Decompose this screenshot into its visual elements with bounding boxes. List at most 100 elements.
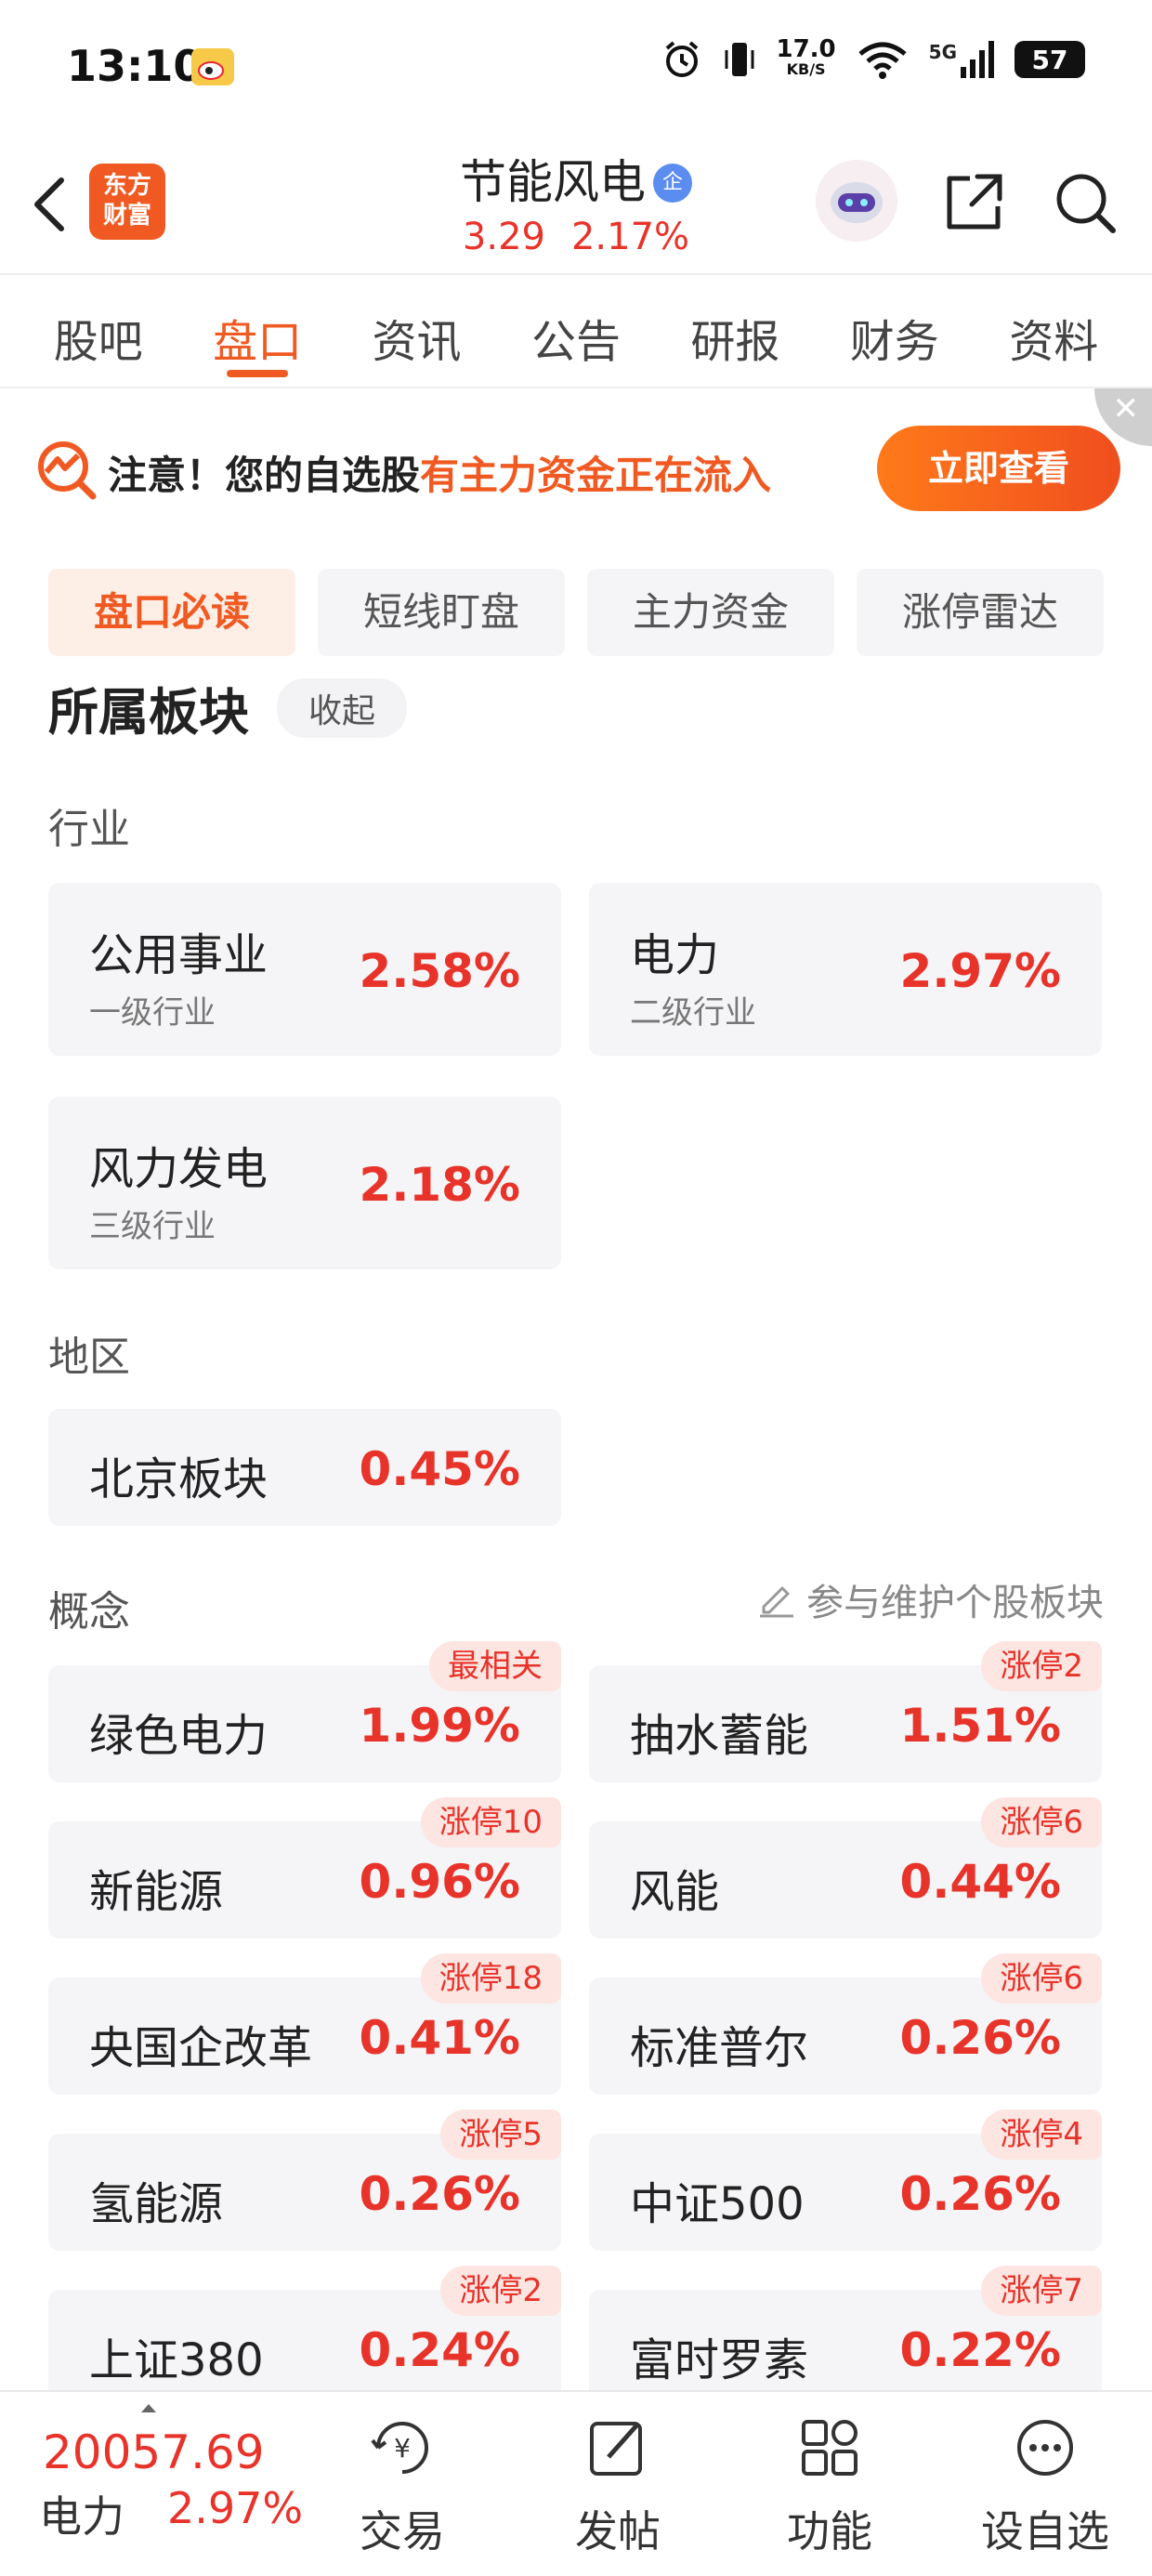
sector-section-header: 所属板块 收起 (48, 671, 408, 744)
sector-name: 北京板块 (89, 1453, 268, 1505)
sector-name: 电力 (630, 929, 720, 981)
sector-index-change[interactable]: 2.97% (167, 2483, 303, 2533)
sector-name: 风能 (630, 1866, 720, 1918)
status-time: 13:10 (67, 41, 203, 91)
section-title: 所属板块 (48, 683, 249, 742)
sector-name: 新能源 (89, 1866, 224, 1918)
sector-change: 0.44% (899, 1855, 1061, 1909)
sector-change: 1.99% (359, 1699, 520, 1753)
alert-message: 注意！您的自选股有主力资金正在流入 (108, 444, 771, 501)
subtab-short-term[interactable]: 短线盯盘 (318, 569, 565, 656)
concept-tag: 涨停7 (981, 2266, 1102, 2316)
functions-button[interactable]: 功能 (751, 2411, 909, 2559)
sector-change: 0.26% (899, 2167, 1061, 2221)
sector-change: 0.22% (899, 2323, 1061, 2377)
concept-card[interactable]: 涨停6 风能 0.44% (589, 1797, 1102, 1939)
tab-news[interactable]: 资讯 (347, 275, 487, 387)
view-now-button[interactable]: 立即查看 (877, 426, 1120, 511)
concept-card[interactable]: 涨停7 富时罗素 0.22% (589, 2266, 1102, 2390)
share-icon[interactable] (936, 165, 1011, 240)
tab-finance[interactable]: 财务 (825, 275, 964, 387)
bottom-action-bar: 20057.69 电力 2.97% ¥ 交易 发帖 功能 设自选 (0, 2390, 1152, 2576)
sector-name: 中证500 (630, 2178, 805, 2230)
stock-name: 节能风电 (460, 155, 646, 209)
signal-icon: 5G (929, 41, 994, 78)
vibrate-icon (725, 43, 753, 76)
industry-card[interactable]: 电力 二级行业 2.97% (589, 883, 1102, 1056)
subtab-main-funds[interactable]: 主力资金 (587, 569, 834, 656)
edit-icon (760, 1586, 793, 1618)
wifi-icon (858, 42, 907, 79)
sector-change: 0.26% (899, 2011, 1061, 2065)
add-watchlist-button[interactable]: 设自选 (966, 2411, 1124, 2559)
industry-card[interactable]: 风力发电 三级行业 2.18% (48, 1097, 561, 1269)
sector-name: 绿色电力 (89, 1710, 268, 1762)
industry-card[interactable]: 公用事业 一级行业 2.58% (48, 883, 561, 1056)
concept-card[interactable]: 涨停4 中证500 0.26% (589, 2109, 1102, 2251)
add-watchlist-label: 设自选 (981, 2506, 1109, 2556)
ai-assistant-icon[interactable] (816, 160, 897, 242)
alarm-icon (665, 41, 698, 77)
grid-icon (802, 2420, 857, 2476)
stock-header: 东方 财富 节能风电企 3.29 2.17% (0, 139, 1152, 273)
concept-card[interactable]: 涨停18 央国企改革 0.41% (48, 1953, 561, 2095)
concept-tag: 涨停2 (981, 1641, 1102, 1691)
network-type: 5G (928, 41, 957, 63)
tab-profile[interactable]: 资料 (984, 275, 1123, 387)
sector-change: 0.24% (359, 2323, 520, 2377)
sector-change: 0.45% (359, 1442, 520, 1496)
trade-label: 交易 (360, 2506, 445, 2556)
tab-announcements[interactable]: 公告 (506, 275, 646, 387)
sector-index-price[interactable]: 20057.69 (43, 2425, 265, 2479)
concept-tag: 最相关 (429, 1641, 561, 1691)
sector-change: 0.26% (359, 2167, 520, 2221)
concept-card[interactable]: 涨停5 氢能源 0.26% (48, 2109, 561, 2251)
concept-tag: 涨停6 (981, 1953, 1102, 2004)
sector-name: 上证380 (89, 2334, 264, 2386)
sector-name: 央国企改革 (89, 2022, 313, 2074)
sector-change: 2.97% (899, 944, 1061, 998)
region-card[interactable]: 北京板块 0.45% (48, 1409, 561, 1526)
more-icon (1017, 2420, 1073, 2476)
tab-research[interactable]: 研报 (665, 275, 805, 387)
sub-tab-bar: 盘口必读 短线盯盘 主力资金 涨停雷达 (48, 569, 1104, 656)
sector-change: 0.96% (359, 1855, 520, 1909)
tab-guba[interactable]: 股吧 (29, 275, 168, 387)
region-label: 地区 (48, 1334, 130, 1381)
post-button[interactable]: 发帖 (539, 2411, 697, 2559)
concept-card[interactable]: 涨停6 标准普尔 0.26% (589, 1953, 1102, 2095)
concept-card[interactable]: 最相关 绿色电力 1.99% (48, 1641, 561, 1782)
svg-text:¥: ¥ (394, 2433, 411, 2464)
maintain-sectors-link[interactable]: 参与维护个股板块 (756, 1572, 1104, 1626)
main-tab-bar: 股吧 盘口 资讯 公告 研报 财务 资料 (0, 273, 1152, 388)
caret-up-icon[interactable] (139, 2401, 158, 2414)
tab-pankou[interactable]: 盘口 (188, 275, 327, 387)
sector-level: 三级行业 (89, 1208, 216, 1245)
status-icons: 17.0 KB/S 5G 57 (661, 35, 1085, 80)
sector-index-name[interactable]: 电力 (39, 2483, 124, 2544)
search-icon[interactable] (1048, 165, 1122, 240)
collapse-button[interactable]: 收起 (277, 677, 408, 738)
sector-name: 抽水蓄能 (630, 1710, 809, 1762)
net-speed: 17.0 KB/S (776, 35, 836, 80)
sector-name: 风力发电 (89, 1143, 268, 1195)
alert-prefix: 注意！您的自选股 (108, 453, 421, 498)
concept-card[interactable]: 涨停2 抽水蓄能 1.51% (589, 1641, 1102, 1782)
signal-bars-icon (961, 41, 994, 78)
sector-level: 一级行业 (89, 994, 216, 1032)
sector-change: 0.41% (359, 2011, 520, 2065)
subtab-must-read[interactable]: 盘口必读 (48, 569, 295, 656)
stock-price: 3.29 (462, 216, 545, 258)
sector-name: 标准普尔 (630, 2022, 809, 2074)
concept-tag: 涨停4 (981, 2109, 1102, 2160)
sector-change: 2.18% (359, 1158, 520, 1212)
sector-name: 富时罗素 (630, 2334, 809, 2386)
concept-card[interactable]: 涨停2 上证380 0.24% (48, 2266, 561, 2390)
trade-icon: ¥ (371, 2422, 428, 2474)
net-speed-value: 17.0 (776, 35, 836, 63)
alert-highlight: 有主力资金正在流入 (420, 453, 772, 498)
trade-button[interactable]: ¥ 交易 (323, 2411, 481, 2559)
sector-change: 1.51% (899, 1699, 1061, 1753)
concept-card[interactable]: 涨停10 新能源 0.96% (48, 1797, 561, 1939)
subtab-limit-up-radar[interactable]: 涨停雷达 (857, 569, 1104, 656)
